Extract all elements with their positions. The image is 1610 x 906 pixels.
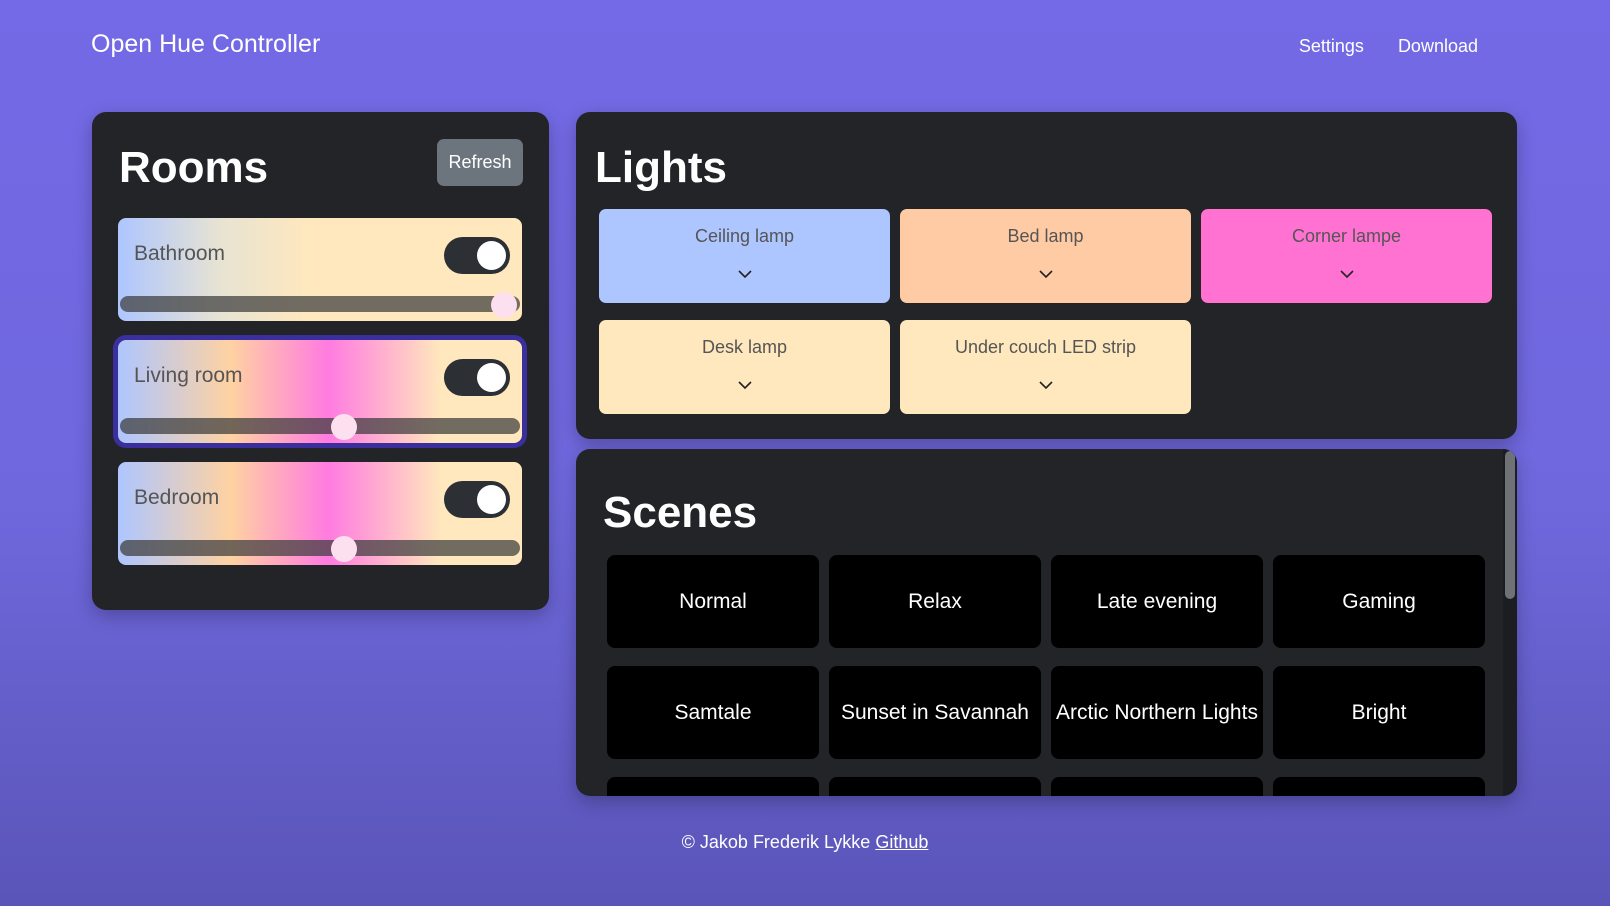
- chevron-down-icon[interactable]: [1038, 267, 1053, 281]
- scrollbar-thumb[interactable]: [1505, 451, 1515, 599]
- room-name: Bedroom: [134, 486, 220, 509]
- scene-button-late-evening[interactable]: Late evening: [1051, 555, 1263, 648]
- toggle-knob: [477, 363, 506, 392]
- light-name: Corner lampe: [1291, 226, 1402, 246]
- nav-download-link[interactable]: Download: [1398, 36, 1478, 57]
- room-power-toggle[interactable]: [444, 237, 510, 274]
- room-name: Living room: [134, 364, 243, 387]
- light-name: Under couch LED strip: [954, 337, 1137, 357]
- scene-button-normal[interactable]: Normal: [607, 555, 819, 648]
- top-nav: Settings Download: [1299, 36, 1478, 57]
- toggle-knob: [477, 241, 506, 270]
- slider-thumb[interactable]: [491, 292, 517, 318]
- slider-track: [120, 296, 520, 312]
- rooms-panel: Rooms Refresh Bathroom Living room Bedro…: [92, 112, 549, 610]
- room-power-toggle[interactable]: [444, 481, 510, 518]
- room-power-toggle[interactable]: [444, 359, 510, 396]
- brightness-slider[interactable]: [120, 292, 520, 318]
- light-name: Bed lamp: [1007, 226, 1084, 246]
- scene-button-sunset-in-savannah[interactable]: Sunset in Savannah: [829, 666, 1041, 759]
- scene-button-samtale[interactable]: Samtale: [607, 666, 819, 759]
- lights-panel: Lights Ceiling lamp Bed lamp Corner lamp…: [576, 112, 1517, 439]
- rooms-title: Rooms: [119, 143, 269, 192]
- scene-button-gaming[interactable]: Gaming: [1273, 555, 1485, 648]
- slider-track: [120, 540, 520, 556]
- lights-title: Lights: [595, 143, 727, 192]
- room-name: Bathroom: [134, 242, 226, 265]
- light-card-corner-lampe[interactable]: Corner lampe: [1201, 209, 1492, 303]
- light-card-under-couch-led-strip[interactable]: Under couch LED strip: [900, 320, 1191, 414]
- room-card-living-room[interactable]: Living room: [118, 340, 522, 443]
- scenes-scrollbar[interactable]: [1503, 449, 1517, 796]
- refresh-button[interactable]: Refresh: [437, 139, 523, 186]
- scenes-title: Scenes: [603, 488, 758, 537]
- scene-button-relax[interactable]: Relax: [829, 555, 1041, 648]
- light-name: Desk lamp: [701, 337, 788, 357]
- room-card-bathroom[interactable]: Bathroom: [118, 218, 522, 321]
- scene-button-partial[interactable]: [607, 777, 819, 796]
- slider-track: [120, 418, 520, 434]
- app-title[interactable]: Open Hue Controller: [91, 30, 320, 59]
- light-card-desk-lamp[interactable]: Desk lamp: [599, 320, 890, 414]
- light-card-ceiling-lamp[interactable]: Ceiling lamp: [599, 209, 890, 303]
- scene-button-partial[interactable]: [1273, 777, 1485, 796]
- chevron-down-icon[interactable]: [737, 267, 752, 281]
- light-name: Ceiling lamp: [694, 226, 795, 246]
- github-link[interactable]: Github: [875, 832, 928, 852]
- chevron-down-icon[interactable]: [737, 378, 752, 392]
- slider-thumb[interactable]: [331, 536, 357, 562]
- footer: © Jakob Frederik Lykke Github: [0, 832, 1610, 853]
- scene-button-bright[interactable]: Bright: [1273, 666, 1485, 759]
- slider-thumb[interactable]: [331, 414, 357, 440]
- footer-copyright: © Jakob Frederik Lykke: [681, 832, 876, 852]
- brightness-slider[interactable]: [120, 536, 520, 562]
- scene-button-partial[interactable]: [1051, 777, 1263, 796]
- chevron-down-icon[interactable]: [1038, 378, 1053, 392]
- room-card-bedroom[interactable]: Bedroom: [118, 462, 522, 565]
- scenes-panel: Scenes Normal Relax Late evening Gaming …: [576, 449, 1517, 796]
- toggle-knob: [477, 485, 506, 514]
- light-card-bed-lamp[interactable]: Bed lamp: [900, 209, 1191, 303]
- brightness-slider[interactable]: [120, 414, 520, 440]
- scene-button-arctic-northern-lights[interactable]: Arctic Northern Lights: [1051, 666, 1263, 759]
- nav-settings-link[interactable]: Settings: [1299, 36, 1364, 57]
- scene-button-partial[interactable]: [829, 777, 1041, 796]
- chevron-down-icon[interactable]: [1339, 267, 1354, 281]
